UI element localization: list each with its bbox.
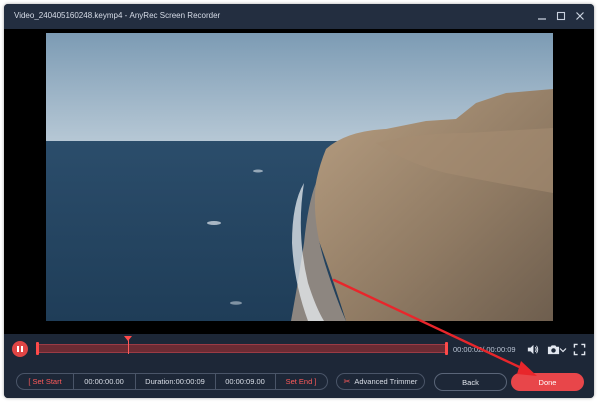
video-preview[interactable] <box>46 33 553 321</box>
minimize-icon[interactable] <box>536 10 548 22</box>
playhead[interactable] <box>124 336 133 354</box>
trim-end-handle[interactable] <box>445 342 448 355</box>
advanced-trimmer-button[interactable]: ✂ Advanced Trimmer <box>336 373 425 390</box>
end-time-field[interactable]: 00:00:09.00 <box>216 373 274 390</box>
back-button[interactable]: Back <box>434 373 507 391</box>
app-window: Video_240405160248.keymp4 - AnyRec Scree… <box>4 4 594 398</box>
window-title: Video_240405160248.keymp4 - AnyRec Scree… <box>14 11 221 20</box>
set-end-button[interactable]: Set End ] <box>276 373 326 390</box>
video-viewport[interactable] <box>4 29 594 334</box>
duration-display: Duration:00:00:09 <box>145 377 205 386</box>
file-name: Video_240405160248.keymp4 <box>14 11 123 20</box>
timeline-track[interactable] <box>36 336 448 355</box>
set-start-label: Set Start <box>32 377 62 386</box>
start-time-field[interactable]: 00:00:00.00 <box>74 373 134 390</box>
close-icon[interactable] <box>574 10 586 22</box>
done-button[interactable]: Done <box>511 373 584 391</box>
speaker-icon[interactable] <box>525 342 539 356</box>
time-readout: 00:00:02/ 00:00:09 <box>453 345 516 354</box>
trim-controls: [ Set Start 00:00:00.00 Duration:00:00:0… <box>4 364 594 398</box>
pause-icon[interactable] <box>12 341 28 357</box>
bracket-left-icon: [ <box>28 377 31 386</box>
scissors-icon: ✂ <box>343 377 351 386</box>
set-start-button[interactable]: [ Set Start <box>18 373 72 390</box>
set-end-label: Set End <box>285 377 313 386</box>
chevron-down-icon[interactable] <box>558 342 568 356</box>
maximize-icon[interactable] <box>555 10 567 22</box>
title-bar: Video_240405160248.keymp4 - AnyRec Scree… <box>4 4 594 29</box>
trim-start-handle[interactable] <box>36 342 39 355</box>
app-name: AnyRec Screen Recorder <box>129 11 221 20</box>
fullscreen-icon[interactable] <box>572 342 586 356</box>
bracket-right-icon: ] <box>314 377 317 386</box>
timeline-row: 00:00:02/ 00:00:09 <box>4 334 594 364</box>
advanced-trimmer-label: Advanced Trimmer <box>354 377 418 386</box>
